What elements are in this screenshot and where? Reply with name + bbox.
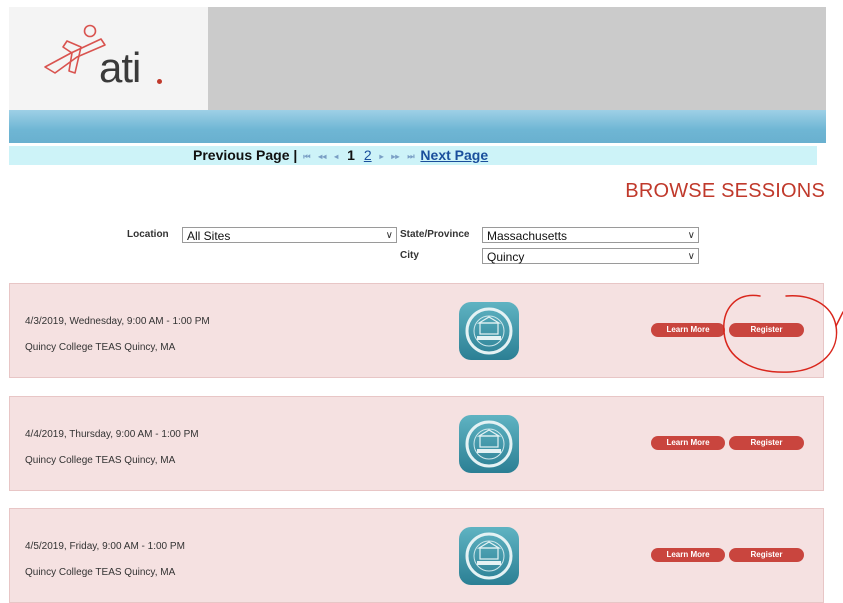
first-page-icon[interactable]: ⏮: [303, 152, 310, 161]
quincy-college-seal-icon: [459, 302, 519, 360]
register-button[interactable]: Register: [729, 548, 804, 562]
session-card: 4/5/2019, Friday, 9:00 AM - 1:00 PM Quin…: [9, 508, 824, 603]
location-select-value: All Sites: [187, 229, 231, 243]
city-select-value: Quincy: [487, 250, 525, 264]
learn-more-button[interactable]: Learn More: [651, 548, 725, 562]
prev-fast-icon[interactable]: ◂◂: [318, 152, 326, 161]
session-date: 4/5/2019, Friday, 9:00 AM - 1:00 PM: [25, 541, 185, 552]
nav-band: [9, 110, 826, 143]
current-page-number: 1: [347, 147, 355, 163]
pager: Previous Page | ⏮ ◂◂ ◂ 1 2 ▸ ▸▸ ⏭ Next P…: [9, 146, 817, 165]
chevron-down-icon: ∨: [687, 230, 695, 241]
session-card: 4/4/2019, Thursday, 9:00 AM - 1:00 PM Qu…: [9, 396, 824, 491]
previous-page-label[interactable]: Previous Page: [193, 147, 290, 163]
register-button[interactable]: Register: [729, 436, 804, 450]
logo-area[interactable]: ati: [9, 7, 208, 110]
learn-more-button[interactable]: Learn More: [651, 436, 725, 450]
session-card: 4/3/2019, Wednesday, 9:00 AM - 1:00 PM Q…: [9, 283, 824, 378]
state-province-label: State/Province: [400, 229, 470, 240]
city-select[interactable]: Quincy ∨: [482, 248, 699, 264]
logo-text: ati: [99, 44, 141, 91]
location-label: Location: [127, 229, 169, 240]
chevron-down-icon: ∨: [385, 230, 393, 241]
state-province-select[interactable]: Massachusetts ∨: [482, 227, 699, 243]
city-label: City: [400, 250, 419, 261]
page-2-link[interactable]: 2: [364, 147, 372, 163]
last-page-icon[interactable]: ⏭: [407, 152, 414, 161]
session-date: 4/3/2019, Wednesday, 9:00 AM - 1:00 PM: [25, 316, 210, 327]
state-province-select-value: Massachusetts: [487, 229, 568, 243]
session-location: Quincy College TEAS Quincy, MA: [25, 455, 176, 466]
prev-page-icon[interactable]: ◂: [334, 152, 338, 161]
session-location: Quincy College TEAS Quincy, MA: [25, 342, 176, 353]
next-page-icon[interactable]: ▸: [380, 152, 384, 161]
page: ati Previous Page | ⏮ ◂◂ ◂ 1 2 ▸ ▸▸ ⏭ Ne…: [0, 0, 843, 603]
header-banner: [208, 7, 826, 110]
logo-dot: [157, 79, 162, 84]
location-select[interactable]: All Sites ∨: [182, 227, 397, 243]
quincy-college-seal-icon: [459, 527, 519, 585]
next-fast-icon[interactable]: ▸▸: [391, 152, 399, 161]
session-location: Quincy College TEAS Quincy, MA: [25, 567, 176, 578]
quincy-college-seal-icon: [459, 415, 519, 473]
register-button[interactable]: Register: [729, 323, 804, 337]
next-page-link[interactable]: Next Page: [420, 147, 488, 163]
session-date: 4/4/2019, Thursday, 9:00 AM - 1:00 PM: [25, 429, 199, 440]
page-title: BROWSE SESSIONS: [625, 180, 825, 202]
learn-more-button[interactable]: Learn More: [651, 323, 725, 337]
pager-separator: |: [293, 147, 298, 163]
chevron-down-icon: ∨: [687, 251, 695, 262]
